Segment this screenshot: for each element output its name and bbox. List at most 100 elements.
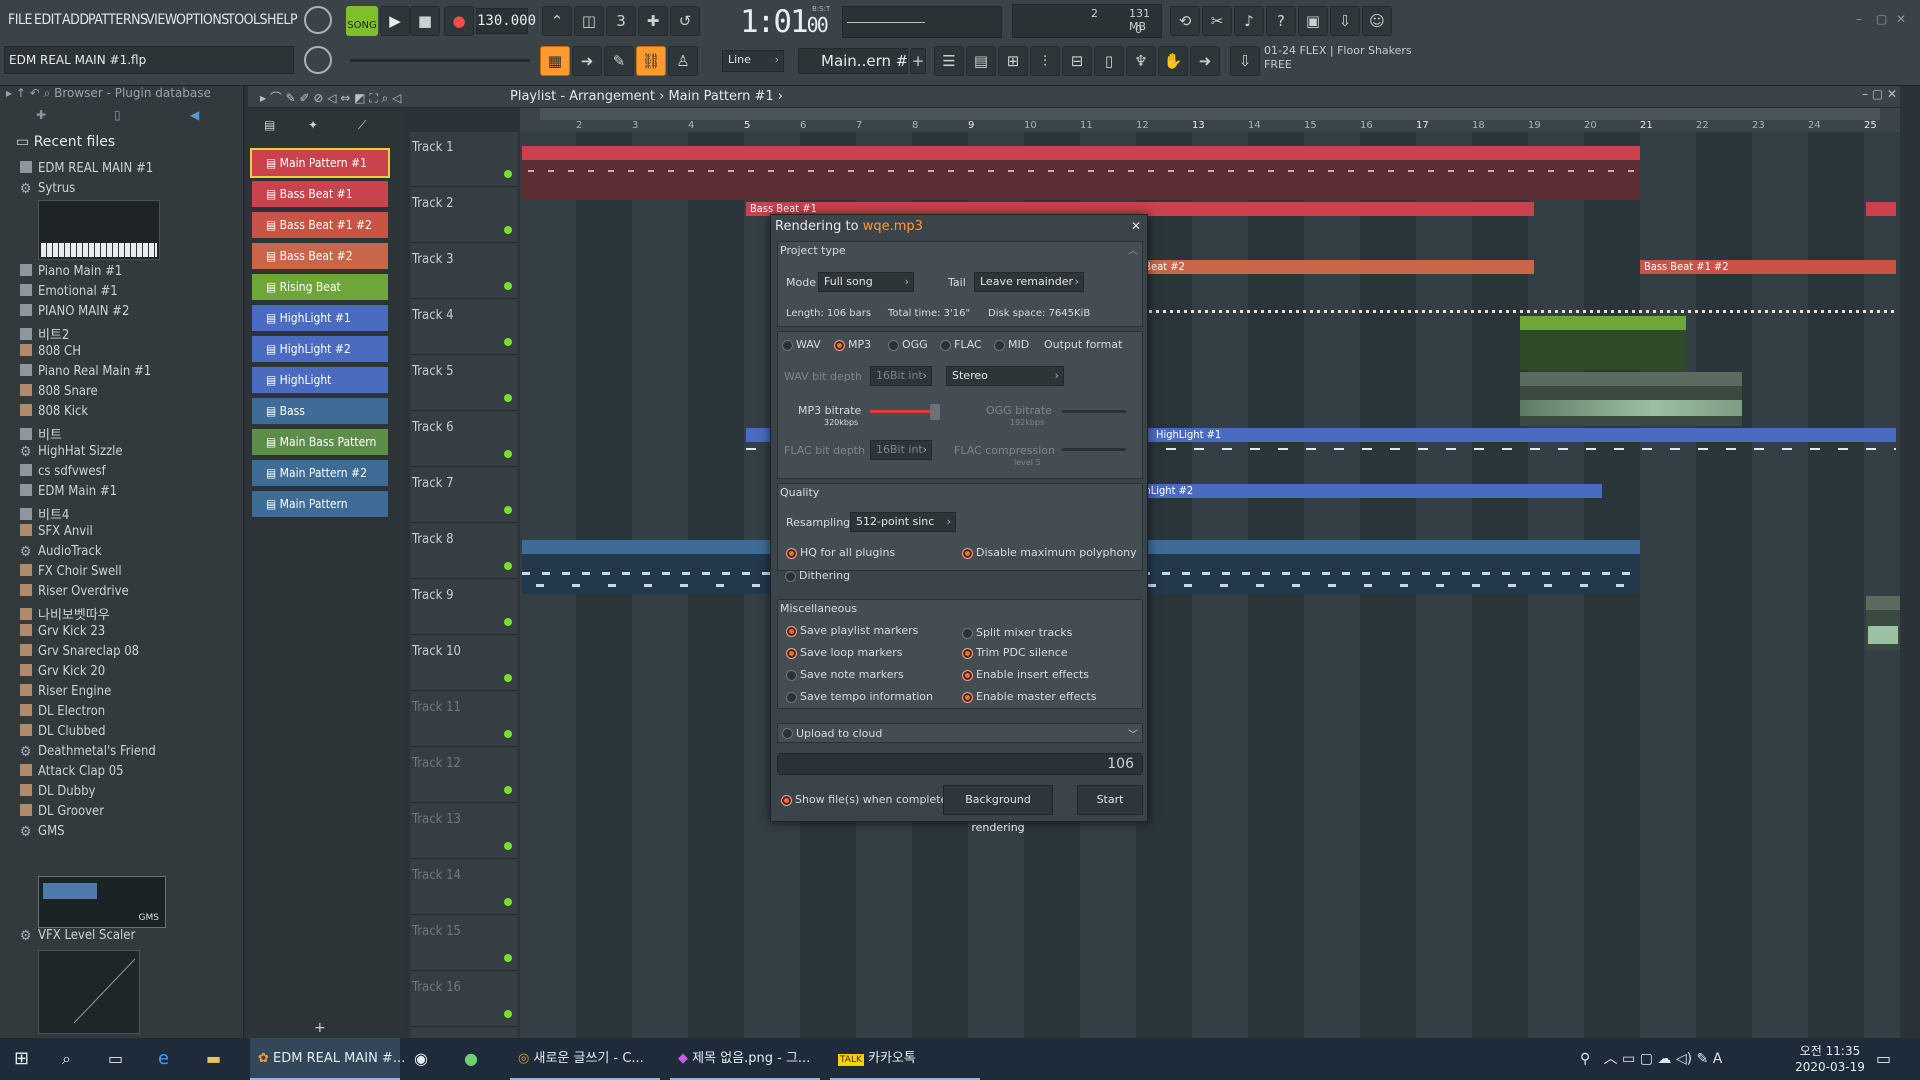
track-header[interactable]: Track 11 bbox=[410, 692, 518, 747]
pattern-item[interactable]: ▤ HighLight #1 bbox=[252, 305, 388, 331]
download-icon[interactable]: ⇩ bbox=[1230, 46, 1260, 76]
link-icon[interactable]: ⛓ bbox=[636, 46, 666, 76]
browser-item[interactable]: ⚙ VFX Level Scaler bbox=[20, 928, 135, 948]
trim-pdc-checkbox[interactable] bbox=[962, 648, 973, 659]
close-icon[interactable]: ✕ bbox=[1896, 12, 1906, 26]
pattern-item[interactable]: ▤ HighLight bbox=[252, 367, 388, 393]
clip-bass-beat-2[interactable]: Bass Beat #2 bbox=[1114, 260, 1534, 274]
master-slider[interactable] bbox=[350, 59, 530, 62]
format-ogg-radio[interactable] bbox=[888, 340, 899, 351]
clip-rising-beat[interactable]: Rising Beat bbox=[1520, 316, 1686, 370]
browser-item[interactable]: ⚙ HighHat Sizzle bbox=[20, 444, 123, 464]
menu-tools[interactable]: TOOLS bbox=[227, 12, 268, 28]
track-mute-led[interactable] bbox=[504, 674, 512, 682]
picker-pattern-icon[interactable]: ▤ bbox=[264, 118, 275, 132]
browser-item[interactable]: SFX Anvil bbox=[20, 524, 93, 544]
track-header[interactable]: Track 13 bbox=[410, 804, 518, 859]
picker-automation-icon[interactable]: ⟋ bbox=[358, 118, 366, 133]
format-wav-radio[interactable] bbox=[782, 340, 793, 351]
track-mute-led[interactable] bbox=[504, 506, 512, 514]
taskbar-fl-studio[interactable]: ✿ EDM REAL MAIN #... bbox=[250, 1038, 405, 1080]
tempo-tapper-icon[interactable]: ➜ bbox=[1190, 46, 1220, 76]
hq-plugins-checkbox[interactable] bbox=[786, 548, 797, 559]
plugin-picker-icon[interactable]: ♆ bbox=[1126, 46, 1156, 76]
track-mute-led[interactable] bbox=[504, 842, 512, 850]
format-mid-radio[interactable] bbox=[994, 340, 1005, 351]
playlist-window-controls[interactable]: – ▢ ✕ bbox=[1862, 87, 1897, 101]
browser-expand-icon[interactable]: ✚ bbox=[36, 108, 46, 122]
taskbar-kakaotalk[interactable]: TALK 카카오톡 bbox=[830, 1038, 980, 1080]
save-loop-markers-checkbox[interactable] bbox=[786, 648, 797, 659]
metronome-icon[interactable]: ⌃ bbox=[542, 6, 572, 36]
steam-icon[interactable]: ◉ bbox=[414, 1038, 444, 1080]
timeline-ruler[interactable]: 2 3 4 5 6 7 8 9 10 11 12 13 14 15 16 17 18 19 20 21 22 23 24 25 bbox=[520, 108, 1900, 132]
wav-bit-depth-dropdown[interactable]: 16Bit int bbox=[870, 366, 932, 386]
master-volume-knob[interactable] bbox=[304, 6, 332, 34]
save-note-markers-checkbox[interactable] bbox=[786, 670, 797, 681]
track-mute-led[interactable] bbox=[504, 618, 512, 626]
browser-item[interactable]: Grv Snareclap 08 bbox=[20, 644, 139, 664]
track-header[interactable]: Track 14 bbox=[410, 860, 518, 915]
pattern-item[interactable]: ▤ Main Bass Pattern bbox=[252, 429, 388, 455]
browser-item[interactable]: 비트 bbox=[20, 424, 62, 444]
plugin-icon[interactable]: ⊟ bbox=[1062, 46, 1092, 76]
tail-dropdown[interactable]: Leave remainder bbox=[974, 272, 1084, 292]
clip-riser-engine[interactable]: Riser Engine bbox=[1520, 372, 1742, 426]
touch-controller-icon[interactable]: ✋ bbox=[1158, 46, 1188, 76]
system-tray-icons[interactable]: ⚲ ︿ ▭ ▢ ☁ ◁) ✎ A bbox=[1580, 1038, 1780, 1080]
channel-rack-icon[interactable]: ⊞ bbox=[998, 46, 1028, 76]
track-header[interactable]: Track 7 bbox=[410, 468, 518, 523]
tempo-display[interactable]: 130.000 bbox=[476, 8, 536, 34]
add-track-button[interactable]: + bbox=[314, 1020, 326, 1036]
browser-icon[interactable]: ▯ bbox=[1094, 46, 1124, 76]
menu-add[interactable]: ADD bbox=[62, 12, 89, 28]
track-mute-led[interactable] bbox=[504, 226, 512, 234]
pattern-item[interactable]: ▤ Bass Beat #2 bbox=[252, 243, 388, 269]
mp3-bitrate-handle[interactable] bbox=[930, 404, 940, 420]
menu-options[interactable]: OPTIONS bbox=[176, 12, 229, 28]
disable-polyphony-checkbox[interactable] bbox=[962, 548, 973, 559]
menu-patterns[interactable]: PATTERNS bbox=[88, 12, 148, 28]
browser-nav-icon[interactable]: ▸ ↑ ↶ ⌕ bbox=[6, 86, 54, 100]
clip-bass-beat-1-2[interactable]: Bass Beat #1 #2 bbox=[1640, 260, 1896, 274]
track-mute-led[interactable] bbox=[504, 786, 512, 794]
browser-item[interactable]: cs sdfvwesf bbox=[20, 464, 106, 484]
browser-item[interactable]: 비트2 bbox=[20, 324, 69, 344]
resampling-dropdown[interactable]: 512-point sinc bbox=[850, 512, 956, 532]
track-mute-led[interactable] bbox=[504, 1010, 512, 1018]
taskbar-paint[interactable]: ◆ 제목 없음.png - 그... bbox=[670, 1038, 820, 1080]
menu-file[interactable]: FILE bbox=[8, 12, 32, 28]
taskbar-chrome[interactable]: ◎ 새로운 글쓰기 - C... bbox=[510, 1038, 660, 1080]
upload-cloud-checkbox[interactable] bbox=[782, 728, 793, 739]
save-tempo-info-checkbox[interactable] bbox=[786, 692, 797, 703]
upload-section[interactable]: Upload to cloud ﹀ bbox=[777, 723, 1143, 743]
track-mute-led[interactable] bbox=[504, 730, 512, 738]
cut-icon[interactable]: ✂ bbox=[1202, 6, 1232, 36]
browser-item[interactable]: Riser Engine bbox=[20, 684, 111, 704]
show-files-checkbox[interactable] bbox=[781, 795, 792, 806]
track-header[interactable]: Track 8 bbox=[410, 524, 518, 579]
master-effects-checkbox[interactable] bbox=[962, 692, 973, 703]
track-header[interactable]: Track 5 bbox=[410, 356, 518, 411]
browser-item[interactable]: Grv Kick 23 bbox=[20, 624, 105, 644]
clock[interactable]: 오전 11:35 2020-03-19 bbox=[1790, 1038, 1870, 1080]
draw-tool-icon[interactable]: ✎ bbox=[604, 46, 634, 76]
search-icon[interactable]: ⌕ bbox=[62, 1038, 92, 1080]
browser-item[interactable]: 808 Snare bbox=[20, 384, 98, 404]
add-pattern-button[interactable]: + bbox=[910, 48, 926, 74]
piano-roll-icon[interactable]: ▤ bbox=[966, 46, 996, 76]
browser-item[interactable]: ⚙ AudioTrack bbox=[20, 544, 102, 564]
countdown-icon[interactable]: 3 bbox=[606, 6, 636, 36]
arrow-tool-icon[interactable]: ➜ bbox=[572, 46, 602, 76]
ogg-bitrate-slider[interactable] bbox=[1062, 410, 1126, 413]
browser-item[interactable]: Piano Real Main #1 bbox=[20, 364, 151, 384]
split-mixer-tracks-checkbox[interactable] bbox=[962, 628, 973, 639]
browser-item[interactable]: 808 Kick bbox=[20, 404, 88, 424]
pattern-item[interactable]: ▤ Bass Beat #1 #2 bbox=[252, 212, 388, 238]
file-explorer-icon[interactable]: ▬ bbox=[206, 1038, 236, 1080]
channels-dropdown[interactable]: Stereo bbox=[946, 366, 1064, 386]
track-header[interactable]: Track 9 bbox=[410, 580, 518, 635]
playlist-grid[interactable]: Main Pattern #1 Bass Beat #1 Bass Beat #… bbox=[520, 132, 1900, 1038]
playlist-icon[interactable]: ▦ bbox=[540, 46, 570, 76]
playlist-menu-icon[interactable]: ▸ ⌒ ✎ ✐ ⊘ ◁ ⇔ ◩ ⛶ ⌕ ◁ bbox=[260, 89, 401, 106]
